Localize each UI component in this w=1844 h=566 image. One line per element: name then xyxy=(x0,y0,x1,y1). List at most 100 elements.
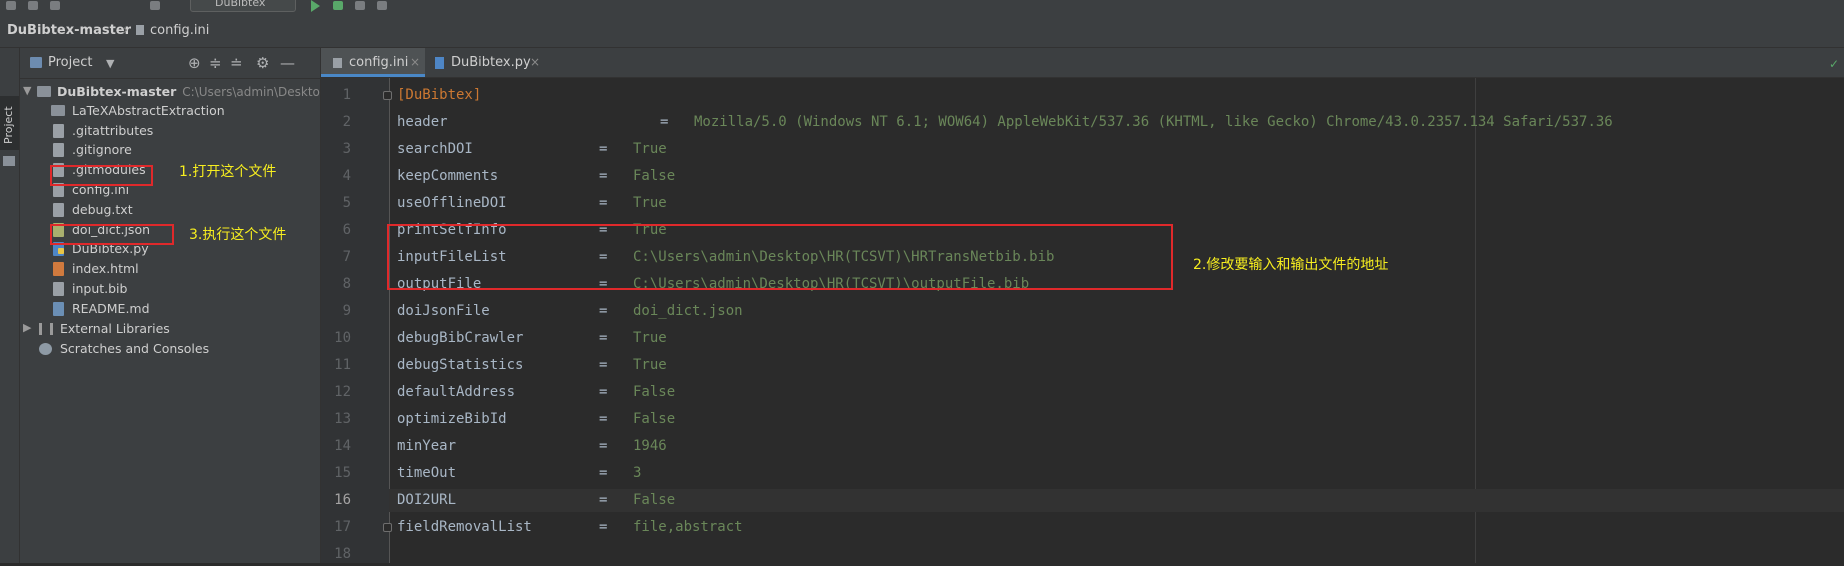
file-icon xyxy=(53,143,64,157)
tab-config-ini[interactable]: config.ini × xyxy=(321,48,425,77)
inspection-ok-icon[interactable]: ✓ xyxy=(1829,57,1839,71)
tree-item-label: index.html xyxy=(72,261,139,276)
locate-icon[interactable]: ⊕ xyxy=(188,54,201,72)
text-file-icon xyxy=(53,203,64,217)
breadcrumb-file[interactable]: config.ini xyxy=(150,23,209,38)
highlight-python-box xyxy=(50,224,174,245)
tree-item-file[interactable]: index.html xyxy=(20,259,320,279)
section-header: [DuBibtex] xyxy=(397,87,482,103)
fold-marker-icon[interactable] xyxy=(383,91,392,100)
open-icon[interactable] xyxy=(6,1,16,10)
highlight-config-box xyxy=(50,165,153,186)
tree-item-scratches[interactable]: Scratches and Consoles xyxy=(20,339,320,359)
project-tool-tab[interactable]: Project xyxy=(0,96,19,150)
equals-sign: = xyxy=(599,438,608,454)
tree-item-label: debug.txt xyxy=(72,202,133,217)
tab-dubibtex-py[interactable]: DuBibtex.py × xyxy=(425,48,545,77)
line-number: 1 xyxy=(342,87,351,103)
chevron-down-icon[interactable]: ▼ xyxy=(23,84,31,97)
code-line[interactable]: DOI2URL = False xyxy=(389,489,1844,512)
config-value: False xyxy=(633,384,676,400)
code-line[interactable]: fieldRemovalList = file,abstract xyxy=(383,516,1844,539)
stop-icon[interactable] xyxy=(377,1,387,10)
fold-marker-icon[interactable] xyxy=(383,523,392,532)
close-icon[interactable]: × xyxy=(530,55,540,69)
tree-item-file[interactable]: .gitignore xyxy=(20,140,320,160)
equals-sign: = xyxy=(599,168,608,184)
code-line[interactable]: doiJsonFile = doi_dict.json xyxy=(389,300,1844,323)
build-icon[interactable] xyxy=(150,1,160,10)
ini-file-icon xyxy=(136,25,144,35)
line-number: 5 xyxy=(342,195,351,211)
line-number: 16 xyxy=(334,492,351,508)
run-config-label: DuBibtex xyxy=(215,0,266,9)
close-icon[interactable]: × xyxy=(410,55,420,69)
config-value: 1946 xyxy=(633,438,667,454)
code-line[interactable]: debugBibCrawler = True xyxy=(389,327,1844,350)
line-number: 11 xyxy=(334,357,351,373)
tree-item-label: DuBibtex-master xyxy=(57,84,177,99)
folder-icon xyxy=(51,105,65,116)
code-line[interactable]: searchDOI = True xyxy=(389,138,1844,161)
code-line[interactable]: optimizeBibId = False xyxy=(389,408,1844,431)
tree-item-label: Scratches and Consoles xyxy=(60,341,210,356)
line-number: 9 xyxy=(342,303,351,319)
line-number-gutter: 1 2 3 4 5 6 7 8 9 10 11 12 13 14 15 16 17 18 xyxy=(321,78,390,563)
tree-item-file[interactable]: input.bib xyxy=(20,279,320,299)
save-icon[interactable] xyxy=(28,1,38,10)
equals-sign: = xyxy=(599,330,608,346)
equals-sign: = xyxy=(599,492,608,508)
debug-icon[interactable] xyxy=(333,1,343,10)
annotation-open-file: 1.打开这个文件 xyxy=(179,164,277,180)
tree-item-file[interactable]: README.md xyxy=(20,299,320,319)
tree-item-root[interactable]: ▼ DuBibtex-master C:\Users\admin\Desktop\ xyxy=(20,82,332,102)
refresh-icon[interactable] xyxy=(50,1,60,10)
equals-sign: = xyxy=(599,384,608,400)
project-panel-header: Project ▼ ⊕ ≑ ≐ ⚙ — xyxy=(20,48,320,79)
project-panel-title[interactable]: Project xyxy=(48,55,92,70)
tree-item-file[interactable]: debug.txt xyxy=(20,200,320,220)
line-number: 7 xyxy=(342,249,351,265)
config-value: False xyxy=(633,411,676,427)
config-value: file,abstract xyxy=(633,519,743,535)
code-line[interactable]: keepComments = False xyxy=(389,165,1844,188)
chevron-down-icon[interactable]: ▼ xyxy=(106,57,114,70)
hide-panel-icon[interactable]: — xyxy=(280,54,295,72)
tree-item-label: LaTeXAbstractExtraction xyxy=(72,103,225,118)
line-number: 18 xyxy=(334,546,351,562)
expand-all-icon[interactable]: ≑ xyxy=(209,54,222,72)
run-icon[interactable] xyxy=(311,0,320,12)
line-number: 12 xyxy=(334,384,351,400)
code-line[interactable]: [DuBibtex] xyxy=(383,84,1844,107)
tree-item-file[interactable]: .gitattributes xyxy=(20,121,320,141)
gear-icon[interactable]: ⚙ xyxy=(256,54,269,72)
line-number: 8 xyxy=(342,276,351,292)
config-key: doiJsonFile xyxy=(397,303,490,319)
equals-sign: = xyxy=(599,411,608,427)
config-value: 3 xyxy=(633,465,642,481)
chevron-right-icon[interactable]: ▶ xyxy=(23,321,31,334)
code-line[interactable]: timeOut = 3 xyxy=(389,462,1844,485)
code-line[interactable]: debugStatistics = True xyxy=(389,354,1844,377)
line-number: 2 xyxy=(342,114,351,130)
code-line[interactable]: useOfflineDOI = True xyxy=(389,192,1844,215)
library-icon xyxy=(39,323,53,335)
equals-sign: = xyxy=(599,303,608,319)
tree-item-libraries[interactable]: ▶ External Libraries xyxy=(20,319,320,339)
tree-item-folder[interactable]: LaTeXAbstractExtraction xyxy=(20,101,320,121)
code-line[interactable]: header = Mozilla/5.0 (Windows NT 6.1; WOW6… xyxy=(389,111,1844,134)
folder-icon[interactable] xyxy=(3,156,15,166)
collapse-all-icon[interactable]: ≐ xyxy=(230,54,243,72)
breadcrumb-project[interactable]: DuBibtex-master xyxy=(7,23,131,38)
line-number: 4 xyxy=(342,168,351,184)
code-editor[interactable]: [DuBibtex] header = Mozilla/5.0 (Windows NT… xyxy=(383,78,1844,563)
code-line[interactable]: minYear = 1946 xyxy=(389,435,1844,458)
run-configuration-select[interactable]: DuBibtex xyxy=(190,0,296,12)
line-number: 3 xyxy=(342,141,351,157)
line-number: 6 xyxy=(342,222,351,238)
code-line[interactable]: defaultAddress = False xyxy=(389,381,1844,404)
coverage-icon[interactable] xyxy=(355,1,365,10)
config-key: searchDOI xyxy=(397,141,473,157)
tree-item-label: .gitignore xyxy=(72,142,132,157)
file-icon xyxy=(53,124,64,138)
